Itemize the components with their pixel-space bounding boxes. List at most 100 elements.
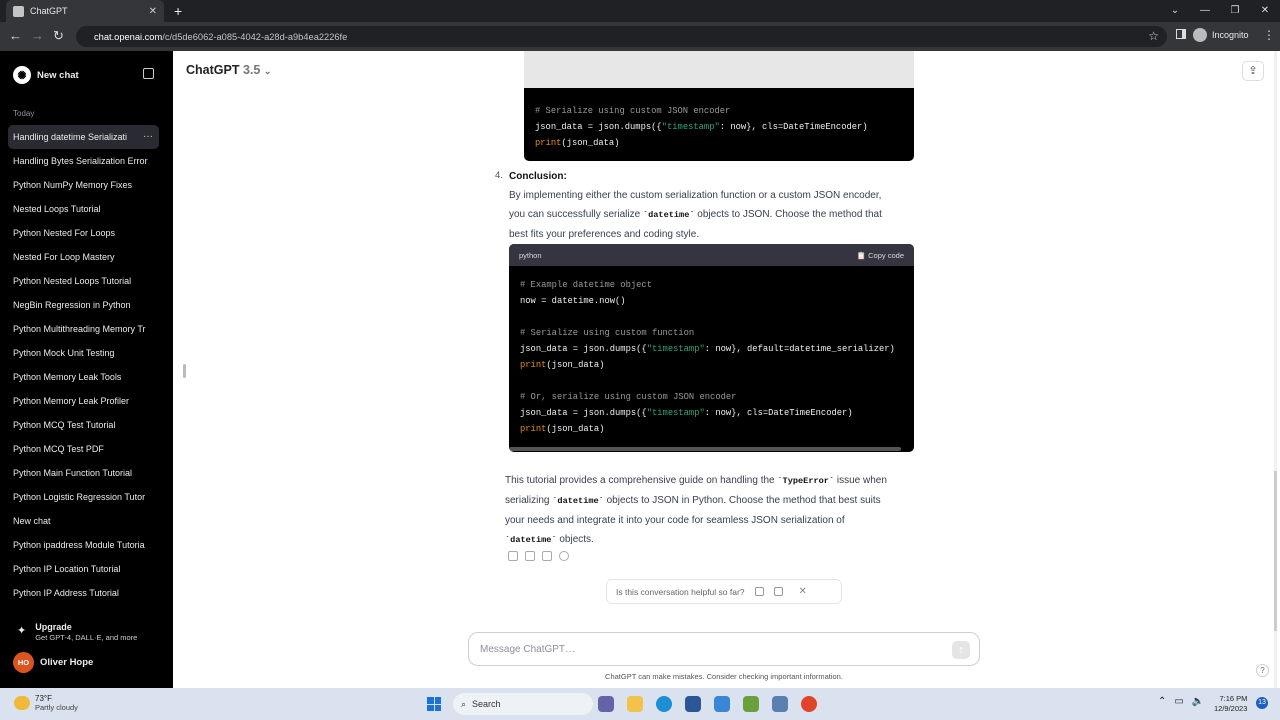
reload-icon[interactable]: ↻ [53,28,64,44]
openai-logo-icon: ✺ [13,66,31,84]
history-item[interactable]: Python Logistic Regression Tutor [8,485,159,509]
history-item[interactable]: Python ipaddress Module Tutoria [8,533,159,557]
model-version: 3.5 [242,63,261,77]
conclusion-text: Conclusion: By implementing either the c… [509,167,929,244]
send-button[interactable]: ↑ [952,641,970,659]
minimize-icon[interactable]: — [1190,0,1220,22]
history-item[interactable]: Python Nested For Loops [8,221,159,245]
taskbar-search[interactable]: ⌕ Search [453,693,593,715]
side-panel-icon[interactable] [1176,29,1186,39]
new-tab-icon[interactable]: + [174,3,182,19]
taskbar-apps [598,696,817,712]
prose-line: By implementing either the custom serial… [509,190,882,201]
app-icon[interactable] [714,696,730,712]
more-options-icon[interactable]: ··· [143,125,153,149]
restore-icon[interactable]: ❐ [1220,0,1250,22]
back-icon[interactable]: ← [9,28,22,43]
browser-tab[interactable]: ChatGPT ✕ [6,0,164,22]
browser-tab-strip: ChatGPT ✕ + ⌄ — ❐ ✕ [0,0,1280,22]
history-item[interactable]: Python MCQ Test PDF [8,437,159,461]
history-item[interactable]: Python NumPy Memory Fixes [8,173,159,197]
browser-menu-icon[interactable]: ⋮ [1263,28,1275,42]
thumbs-down-icon[interactable] [773,587,783,596]
code-keyword: print [520,424,547,434]
store-icon[interactable] [685,696,701,712]
url-path: /c/d5de6062-a085-4042-a28d-a9b4ea2226fe [162,31,348,42]
close-window-icon[interactable]: ✕ [1250,0,1280,22]
app-icon[interactable] [743,696,759,712]
chevron-up-icon[interactable]: ⌃ [1158,696,1166,707]
code-language: python [519,250,542,260]
history-item[interactable]: Python IP Location Tutorial [8,557,159,581]
history-item[interactable]: Python Memory Leak Profiler [8,389,159,413]
message-input[interactable]: Message ChatGPT… ↑ [468,632,980,666]
new-chat-button[interactable]: ✺ New chat [13,66,79,84]
code-comment: # Serialize using custom JSON encoder [535,106,731,116]
close-tab-icon[interactable]: ✕ [149,6,157,17]
inline-code: `datetime` [552,496,604,506]
sidebar-toggle-handle[interactable] [183,364,186,378]
history-item-label: Handling datetime Serializati [13,132,128,142]
volume-icon[interactable]: 🔈 [1192,696,1204,707]
tab-search-icon[interactable]: ⌄ [1160,0,1190,22]
thumbs-down-icon[interactable] [542,551,552,561]
history-item[interactable]: Python Main Function Tutorial [8,461,159,485]
edge-icon[interactable] [656,696,672,712]
share-icon[interactable]: ⇪ [1242,61,1264,81]
close-icon[interactable]: ✕ [799,586,807,597]
thumbs-up-icon[interactable] [525,551,535,561]
bookmark-star-icon[interactable]: ☆ [1148,29,1159,43]
history-item[interactable]: New chat [8,509,159,533]
code-line: json_data = json.dumps({ [520,408,647,418]
partly-cloudy-icon [14,696,30,710]
history-item[interactable]: Nested Loops Tutorial [8,197,159,221]
clock[interactable]: 7:16 PM 12/9/2023 [1214,694,1247,714]
app-icon[interactable] [772,696,788,712]
copy-icon[interactable] [508,551,518,561]
temperature: 73°F [35,694,52,703]
scrollbar-thumb[interactable] [1274,471,1277,631]
code-comment: # Or, serialize using custom JSON encode… [520,392,737,402]
notification-badge[interactable]: 13 [1256,697,1268,709]
code-line: (json_data) [546,424,605,434]
regenerate-icon[interactable] [559,551,569,561]
file-explorer-icon[interactable] [627,696,643,712]
code-line: (json_data) [546,360,605,370]
history-item[interactable]: Python MCQ Test Tutorial [8,413,159,437]
sidebar: ✺ New chat Today Handling datetime Seria… [0,51,173,688]
copy-code-button[interactable]: 📋 Copy code [857,251,904,260]
history-item[interactable]: Python Mock Unit Testing [8,341,159,365]
incognito-icon [1193,28,1207,42]
horizontal-scrollbar[interactable] [509,447,901,451]
history-item[interactable]: Handling datetime Serializati ··· [8,125,159,149]
history-section-label: Today [13,109,35,118]
url-domain: chat.openai.com [94,31,163,42]
code-line: (json_data) [561,138,620,148]
forward-icon[interactable]: → [31,28,44,43]
history-item[interactable]: Python IP Address Tutorial [8,581,159,605]
edit-icon[interactable] [143,68,154,79]
upgrade-button[interactable]: ✦ Upgrade Get GPT-4, DALL·E, and more [17,622,137,642]
incognito-indicator[interactable]: Incognito [1193,28,1249,42]
model-selector[interactable]: ChatGPT 3.5 ⌄ [186,63,271,77]
network-icon[interactable]: ▭ [1174,696,1183,707]
history-item[interactable]: Python Nested Loops Tutorial [8,269,159,293]
weather-widget[interactable]: 73°F Partly cloudy [14,694,78,712]
address-bar[interactable]: chat.openai.com/c/d5de6062-a085-4042-a28… [76,26,1167,47]
history-item[interactable]: Python Memory Leak Tools [8,365,159,389]
history-item[interactable]: Nested For Loop Mastery [8,245,159,269]
list-number: 4. [495,170,503,181]
history-item[interactable]: NegBin Regression in Python [8,293,159,317]
scrollbar[interactable] [1274,51,1277,688]
history-item[interactable]: Handling Bytes Serialization Error [8,149,159,173]
date: 12/9/2023 [1214,704,1248,713]
chrome-icon[interactable] [801,696,817,712]
user-menu[interactable]: HO Oliver Hope [13,652,93,673]
history-item[interactable]: Python Multithreading Memory Tr [8,317,159,341]
help-icon[interactable]: ? [1256,664,1269,677]
code-content: # Serialize using custom JSON encoder js… [535,103,868,151]
prose-line: objects to JSON. Choose the method that [694,209,882,220]
thumbs-up-icon[interactable] [754,587,764,596]
windows-start-icon[interactable] [427,697,441,711]
teams-icon[interactable] [598,696,614,712]
